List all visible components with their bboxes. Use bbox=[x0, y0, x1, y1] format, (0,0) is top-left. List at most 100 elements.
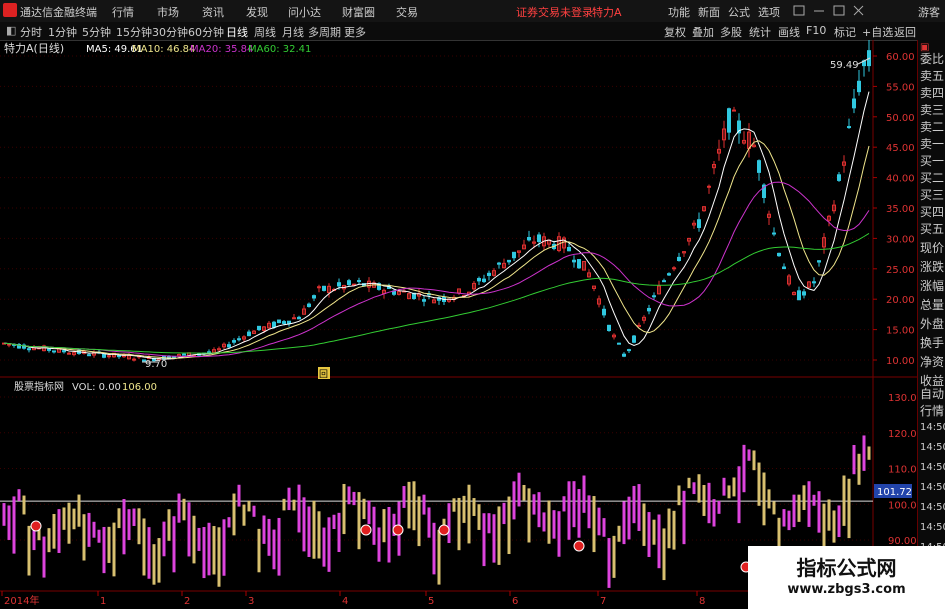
indicator-bar bbox=[307, 506, 311, 557]
toolbar-multistock-button[interactable]: 多股 bbox=[720, 24, 742, 40]
indicator-bar bbox=[337, 512, 341, 553]
menu-item-trade[interactable]: 交易 bbox=[396, 4, 418, 20]
vol-label: VOL: 0.00 bbox=[72, 382, 121, 393]
indicator-bar bbox=[437, 529, 441, 585]
toolbar-f10-button[interactable]: F10 bbox=[806, 24, 826, 37]
indicator-bar bbox=[772, 501, 776, 515]
date-axis-label: 2014年 bbox=[4, 594, 39, 607]
date-axis-label: 8 bbox=[699, 596, 705, 607]
indicator-bar bbox=[72, 508, 76, 530]
signal-dot-icon bbox=[360, 524, 372, 536]
candle-body bbox=[132, 358, 136, 361]
tab-period-intraday[interactable]: 分时 bbox=[20, 24, 42, 40]
tab-period-multi[interactable]: 多周期 bbox=[308, 24, 341, 40]
price-axis-label: 30.00 bbox=[886, 234, 915, 245]
candle-body bbox=[67, 352, 71, 355]
indicator-bar bbox=[302, 497, 306, 552]
tab-period-weekly[interactable]: 周线 bbox=[254, 24, 276, 40]
candle-body bbox=[497, 262, 501, 265]
indicator-bar bbox=[582, 475, 586, 513]
menu-item-assistant[interactable]: 问小达 bbox=[288, 4, 321, 20]
indicator-bar bbox=[222, 519, 226, 576]
candle-body bbox=[27, 348, 31, 351]
indicator-bar bbox=[367, 500, 371, 525]
candle-body bbox=[647, 307, 651, 312]
menu-options[interactable]: 选项 bbox=[758, 4, 780, 20]
indicator-bar bbox=[527, 488, 531, 543]
indicator-bar bbox=[572, 481, 576, 528]
kline-chart[interactable]: 60.00 55.00 50.00 45.00 40.00 35.00 30.00 25.00… bbox=[0, 40, 917, 609]
indicator-bar bbox=[622, 501, 626, 545]
indicator-bar bbox=[142, 518, 146, 576]
tab-period-daily[interactable]: 日线 bbox=[226, 24, 248, 40]
indicator-bar bbox=[227, 517, 231, 528]
indicator-bar bbox=[377, 527, 381, 562]
date-axis-label: 6 bbox=[512, 596, 518, 607]
candle-body bbox=[87, 354, 91, 357]
menu-item-news[interactable]: 资讯 bbox=[202, 4, 224, 20]
main-panel-title: 特力A(日线) bbox=[4, 41, 64, 55]
indicator-bar bbox=[57, 509, 61, 553]
window-icon[interactable] bbox=[793, 5, 805, 16]
menu-function[interactable]: 功能 bbox=[668, 4, 690, 20]
toolbar-overlay-button[interactable]: 叠加 bbox=[692, 24, 714, 40]
login-notice[interactable]: 证券交易未登录 bbox=[516, 4, 593, 20]
menu-item-community[interactable]: 财富圈 bbox=[342, 4, 375, 20]
tab-period-5min[interactable]: 5分钟 bbox=[82, 24, 111, 40]
menu-new-layout[interactable]: 新面 bbox=[698, 4, 720, 20]
candle-body bbox=[182, 353, 186, 356]
toolbar-mark-button[interactable]: 标记 bbox=[834, 24, 856, 40]
candle-body bbox=[837, 174, 841, 181]
tab-period-1min[interactable]: 1分钟 bbox=[48, 24, 77, 40]
indicator-bar bbox=[77, 494, 81, 527]
candle-body bbox=[697, 219, 701, 228]
indicator-bar bbox=[22, 495, 26, 515]
sidebar-auto-button[interactable]: 自动 bbox=[920, 385, 944, 402]
price-axis-label: 25.00 bbox=[886, 265, 915, 276]
indicator-bar bbox=[102, 526, 106, 574]
candle-body bbox=[677, 256, 681, 262]
indicator-bar bbox=[552, 510, 556, 539]
maximize-icon[interactable] bbox=[833, 5, 845, 16]
indicator-bar bbox=[12, 496, 16, 554]
tab-period-60min[interactable]: 60分钟 bbox=[188, 24, 224, 40]
date-axis-label: 2 bbox=[184, 596, 190, 607]
indicator-bar bbox=[197, 527, 201, 551]
user-menu[interactable]: 游客 bbox=[918, 4, 940, 20]
tab-period-15min[interactable]: 15分钟 bbox=[116, 24, 152, 40]
candle-body bbox=[277, 319, 281, 324]
candle-body bbox=[317, 286, 321, 289]
menu-item-quotes[interactable]: 行情 bbox=[112, 4, 134, 20]
indicator-bar bbox=[512, 481, 516, 520]
toolbar-draw-button[interactable]: 画线 bbox=[778, 24, 800, 40]
toolbar-stats-button[interactable]: 统计 bbox=[749, 24, 771, 40]
indicator-bar bbox=[217, 527, 221, 587]
collapse-icon[interactable]: ◧ bbox=[6, 24, 16, 37]
tick-time: 14:50 bbox=[920, 482, 945, 493]
indicator-bar bbox=[297, 484, 301, 533]
sub-axis-label: 100.0 bbox=[888, 500, 917, 511]
candle-body bbox=[337, 282, 341, 287]
price-axis-label: 10.00 bbox=[886, 356, 915, 367]
candle-body bbox=[652, 295, 656, 298]
indicator-bar bbox=[362, 498, 366, 520]
indicator-bar bbox=[652, 519, 656, 545]
menu-item-discover[interactable]: 发现 bbox=[246, 4, 268, 20]
indicator-bar bbox=[447, 503, 451, 544]
indicator-bar bbox=[127, 509, 131, 541]
indicator-bar bbox=[162, 521, 166, 557]
menu-item-market[interactable]: 市场 bbox=[157, 4, 179, 20]
tab-period-30min[interactable]: 30分钟 bbox=[152, 24, 188, 40]
tab-period-monthly[interactable]: 月线 bbox=[282, 24, 304, 40]
toolbar-adjust-button[interactable]: 复权 bbox=[664, 24, 686, 40]
tick-time: 14:50 bbox=[920, 462, 945, 473]
tab-period-more[interactable]: 更多 bbox=[344, 24, 366, 40]
menu-formula[interactable]: 公式 bbox=[728, 4, 750, 20]
candle-body bbox=[602, 308, 606, 316]
candle-body bbox=[772, 232, 776, 235]
candle-body bbox=[622, 353, 626, 357]
toolbar-add-watchlist-button[interactable]: +自选 bbox=[862, 24, 893, 40]
indicator-bar bbox=[482, 513, 486, 567]
toolbar-back-button[interactable]: 返回 bbox=[894, 24, 916, 40]
event-marker-label: 回 bbox=[319, 369, 328, 380]
